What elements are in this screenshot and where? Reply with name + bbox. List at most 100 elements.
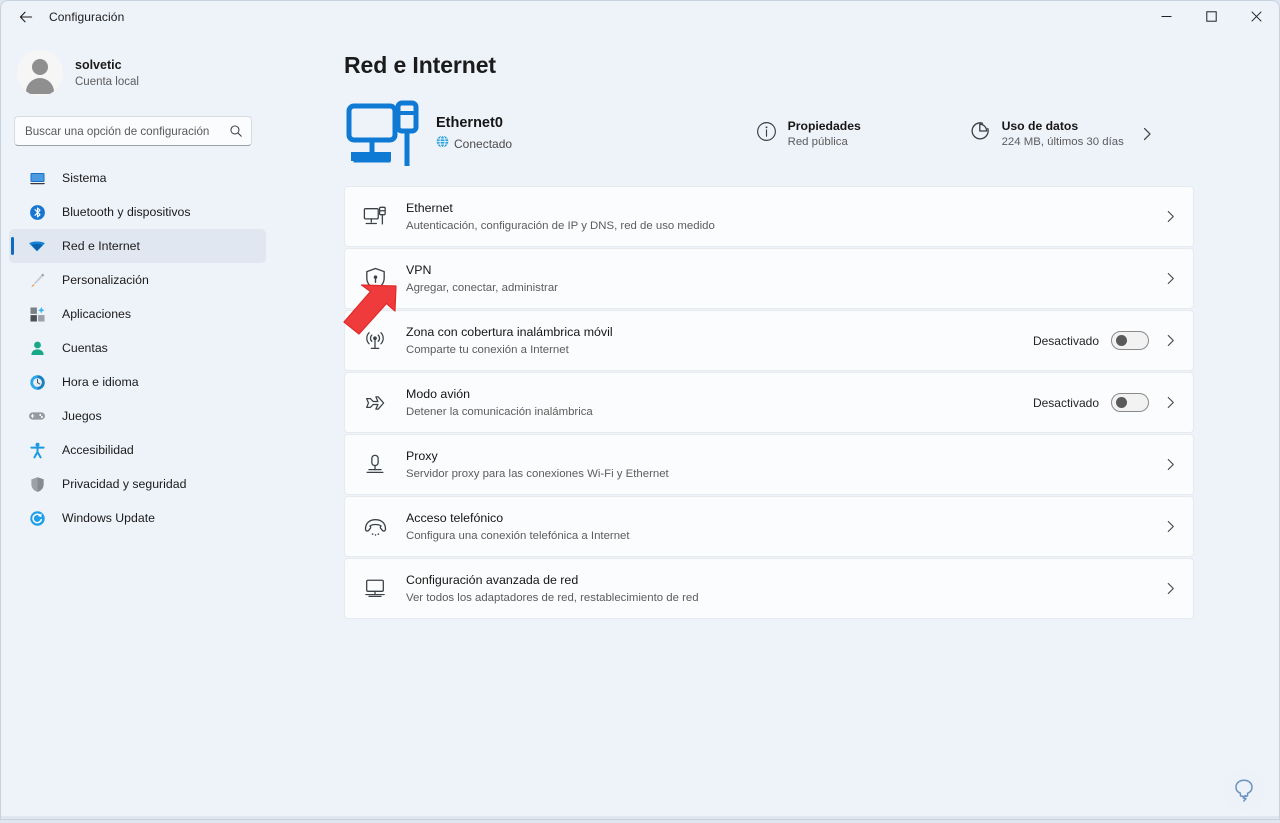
pie-chart-icon <box>969 120 991 147</box>
list-item-subtitle: Comparte tu conexión a Internet <box>406 343 569 356</box>
settings-window: Configuración solvetic Cuenta local Busc… <box>0 0 1280 820</box>
chevron-right-icon <box>1161 210 1181 223</box>
list-item-title: Ethernet <box>406 200 453 215</box>
sidebar-item-accesibilidad[interactable]: Accesibilidad <box>9 433 266 467</box>
sidebar-item-label: Windows Update <box>62 511 155 525</box>
ethernet-monitor-icon <box>344 98 428 170</box>
sidebar-item-windows-update[interactable]: Windows Update <box>9 501 266 535</box>
sidebar-item-privacidad-y-seguridad[interactable]: Privacidad y seguridad <box>9 467 266 501</box>
avatar <box>17 50 63 96</box>
advanced-network-icon <box>358 577 392 601</box>
list-item-subtitle: Configura una conexión telefónica a Inte… <box>406 529 630 542</box>
search-input[interactable] <box>25 124 229 138</box>
adapter-summary: Ethernet0 Conectado <box>344 98 750 170</box>
ethernet-icon <box>358 205 392 229</box>
window-controls <box>1144 1 1279 32</box>
data-usage-title: Uso de datos <box>1001 119 1079 133</box>
close-button[interactable] <box>1234 1 1279 32</box>
sidebar-item-personalizacion[interactable]: Personalización <box>9 263 266 297</box>
update-refresh-icon <box>27 510 47 527</box>
accounts-icon <box>27 340 47 357</box>
chevron-right-icon <box>1161 520 1181 533</box>
back-button[interactable] <box>9 4 43 30</box>
list-item-ethernet[interactable]: Ethernet Autenticación, configuración de… <box>344 186 1194 247</box>
accessibility-icon <box>27 442 47 459</box>
toggle-state-label: Desactivado <box>1032 395 1099 410</box>
list-item-title: VPN <box>406 262 432 277</box>
sidebar-item-label: Aplicaciones <box>62 307 132 321</box>
data-usage-subtitle: 224 MB, últimos 30 días <box>1001 136 1124 148</box>
list-item-airplane-mode[interactable]: Modo avión Detener la comunicación inalá… <box>344 372 1194 433</box>
proxy-icon <box>358 453 392 477</box>
globe-icon <box>436 134 449 153</box>
apps-icon <box>27 306 47 323</box>
data-usage-tile[interactable]: Uso de datos 224 MB, últimos 30 días <box>963 113 1194 154</box>
list-item-proxy[interactable]: Proxy Servidor proxy para las conexiones… <box>344 434 1194 495</box>
close-icon <box>1251 11 1262 22</box>
profile-account-type: Cuenta local <box>75 75 139 88</box>
page-title: Red e Internet <box>344 52 496 78</box>
list-item-title: Zona con cobertura inalámbrica móvil <box>406 324 613 339</box>
sidebar-item-juegos[interactable]: Juegos <box>9 399 266 433</box>
list-item-vpn[interactable]: VPN Agregar, conectar, administrar <box>344 248 1194 309</box>
airplane-mode-toggle[interactable] <box>1111 393 1149 412</box>
profile-name: solvetic <box>75 57 122 72</box>
properties-title: Propiedades <box>787 119 861 133</box>
sidebar-item-label: Cuentas <box>62 341 108 355</box>
sidebar-item-sistema[interactable]: Sistema <box>9 161 266 195</box>
search-box[interactable] <box>14 116 252 146</box>
sidebar-item-label: Sistema <box>62 171 107 185</box>
list-item-title: Acceso telefónico <box>406 510 504 525</box>
sidebar-item-label: Privacidad y seguridad <box>62 477 187 491</box>
sidebar-item-red-e-internet[interactable]: Red e Internet <box>9 229 266 263</box>
shield-icon <box>27 476 47 493</box>
hotspot-icon <box>358 329 392 353</box>
title-bar: Configuración <box>1 1 1279 32</box>
airplane-icon <box>358 391 392 415</box>
app-title: Configuración <box>49 9 125 24</box>
sidebar-item-label: Bluetooth y dispositivos <box>62 205 191 219</box>
maximize-button[interactable] <box>1189 1 1234 32</box>
list-item-subtitle: Autenticación, configuración de IP y DNS… <box>406 219 715 232</box>
list-item-dial-up[interactable]: Acceso telefónico Configura una conexión… <box>344 496 1194 557</box>
list-item-mobile-hotspot[interactable]: Zona con cobertura inalámbrica móvil Com… <box>344 310 1194 371</box>
dialup-phone-icon <box>358 516 392 538</box>
taskbar-strip <box>1 816 1279 819</box>
list-item-subtitle: Agregar, conectar, administrar <box>406 281 558 294</box>
chevron-right-icon <box>1138 127 1158 141</box>
sidebar-item-label: Personalización <box>62 273 149 287</box>
hotspot-toggle[interactable] <box>1111 331 1149 350</box>
list-item-title: Configuración avanzada de red <box>406 572 579 587</box>
sidebar-item-bluetooth[interactable]: Bluetooth y dispositivos <box>9 195 266 229</box>
chevron-right-icon <box>1161 458 1181 471</box>
search-icon <box>230 125 242 137</box>
list-item-title: Modo avión <box>406 386 471 401</box>
network-wifi-icon <box>27 237 47 255</box>
bluetooth-icon <box>27 204 47 221</box>
feedback-hub-button[interactable] <box>1223 769 1265 811</box>
feedback-hub-icon <box>1235 779 1253 802</box>
profile-section[interactable]: solvetic Cuenta local <box>1 32 278 96</box>
paintbrush-icon <box>27 272 47 289</box>
list-item-subtitle: Servidor proxy para las conexiones Wi-Fi… <box>406 467 669 480</box>
sidebar-item-aplicaciones[interactable]: Aplicaciones <box>9 297 266 331</box>
minimize-icon <box>1161 16 1172 17</box>
sidebar-nav: Sistema Bluetooth y dispositivos Red e I… <box>1 161 278 535</box>
connection-state: Conectado <box>454 136 513 151</box>
minimize-button[interactable] <box>1144 1 1189 32</box>
sidebar-item-cuentas[interactable]: Cuentas <box>9 331 266 365</box>
sidebar-item-hora-e-idioma[interactable]: Hora e idioma <box>9 365 266 399</box>
list-item-subtitle: Detener la comunicación inalámbrica <box>406 405 593 418</box>
toggle-state-label: Desactivado <box>1032 333 1099 348</box>
info-circle-icon <box>756 121 777 147</box>
sidebar-item-label: Juegos <box>62 409 102 423</box>
chevron-right-icon <box>1161 272 1181 285</box>
list-item-title: Proxy <box>406 448 438 463</box>
list-item-advanced-network[interactable]: Configuración avanzada de red Ver todos … <box>344 558 1194 619</box>
sidebar: solvetic Cuenta local Sistema <box>1 32 278 819</box>
maximize-icon <box>1206 11 1217 22</box>
properties-tile[interactable]: Propiedades Red pública <box>750 113 963 154</box>
back-arrow-icon <box>19 11 33 22</box>
connection-status-header: Ethernet0 Conectado Propiedades Red públ… <box>344 91 1194 176</box>
chevron-right-icon <box>1161 582 1181 595</box>
